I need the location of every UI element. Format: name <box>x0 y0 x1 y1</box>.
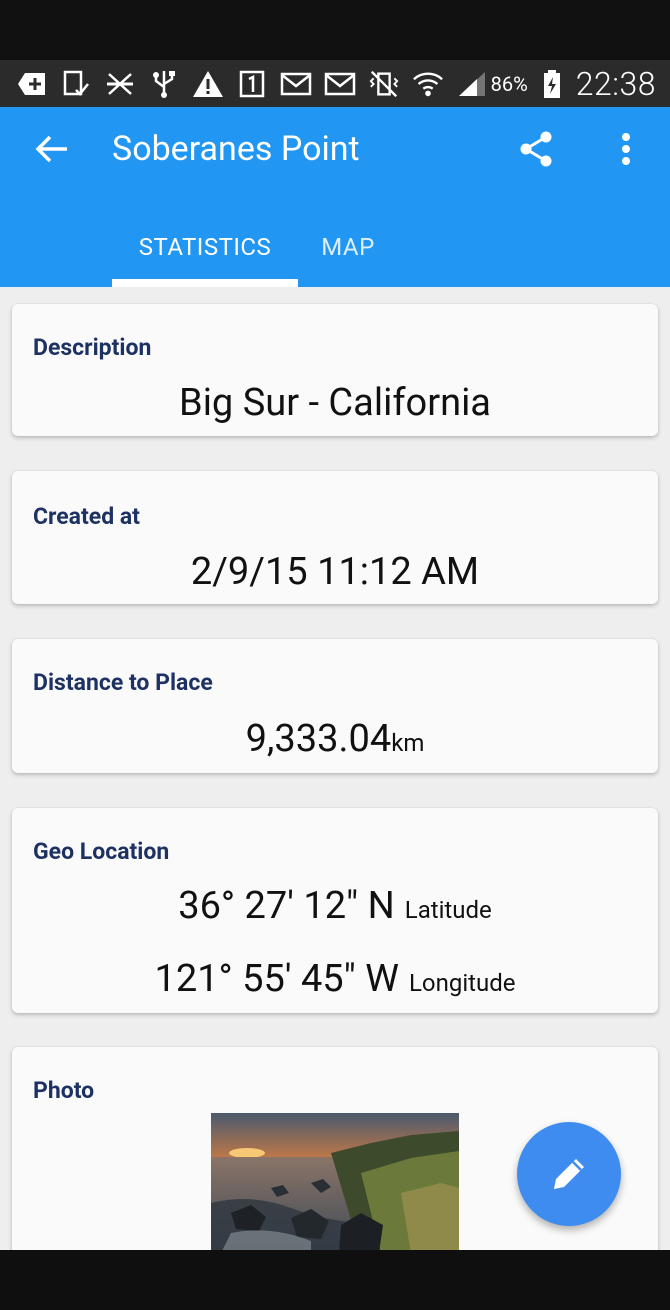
usb-icon <box>148 68 180 100</box>
created-at-value: 2/9/15 11:12 AM <box>190 550 480 594</box>
mail-icon <box>280 68 312 100</box>
sim-1-icon <box>236 68 268 100</box>
signal-icon <box>456 68 488 100</box>
mail-icon <box>324 68 356 100</box>
longitude-row: 121° 55' 45" W Longitude <box>12 957 658 1001</box>
warning-icon <box>192 68 224 100</box>
tab-statistics[interactable]: STATISTICS <box>112 207 298 287</box>
app-bar: Soberanes Point STATISTICS MAP <box>0 107 670 287</box>
edit-place-fab[interactable] <box>517 1122 621 1226</box>
distance-card: Distance to Place 9,333.04km <box>12 639 658 773</box>
description-card: Description Big Sur - California <box>12 304 658 436</box>
notification-icons <box>16 68 491 100</box>
edit-pencil-icon <box>554 1159 584 1189</box>
back-button[interactable] <box>30 127 74 171</box>
status-bar: 86% 22:38 <box>0 60 670 107</box>
clock: 22:38 <box>575 64 656 103</box>
latitude-row: 36° 27' 12" N Latitude <box>12 884 658 928</box>
latitude-caption: Latitude <box>404 896 492 924</box>
page-title: Soberanes Point <box>112 129 360 169</box>
geo-location-label: Geo Location <box>33 838 170 865</box>
battery-icon <box>536 68 568 100</box>
screen-top-bezel <box>0 0 670 60</box>
distance-label: Distance to Place <box>33 669 213 696</box>
longitude-caption: Longitude <box>408 969 516 997</box>
wifi-icon <box>412 68 444 100</box>
description-label: Description <box>33 334 152 361</box>
latitude-value: 36° 27' 12" N <box>178 884 395 928</box>
description-value: Big Sur - California <box>179 381 491 425</box>
tab-map[interactable]: MAP <box>298 207 398 287</box>
tab-bar: STATISTICS MAP <box>0 207 670 287</box>
statistics-content[interactable]: Description Big Sur - California Created… <box>0 287 670 1250</box>
more-vert-icon <box>622 133 630 165</box>
created-at-card: Created at 2/9/15 11:12 AM <box>12 471 658 604</box>
place-photo[interactable] <box>211 1113 459 1250</box>
add-box-icon <box>16 68 48 100</box>
created-at-label: Created at <box>33 503 140 530</box>
share-button[interactable] <box>512 125 560 173</box>
distance-unit: km <box>391 729 425 757</box>
battery-percent: 86% <box>490 71 528 96</box>
tablet-check-icon <box>60 68 92 100</box>
selected-tab-indicator <box>112 279 298 287</box>
distance-value: 9,333.04 <box>245 717 392 761</box>
longitude-value: 121° 55' 45" W <box>154 957 399 1001</box>
share-icon <box>520 131 552 167</box>
geo-location-card: Geo Location 36° 27' 12" N Latitude 121° … <box>12 808 658 1013</box>
airplane-crossed-icon <box>104 68 136 100</box>
system-navigation-bar <box>0 1250 670 1310</box>
more-options-button[interactable] <box>602 125 650 173</box>
arrow-back-icon <box>35 135 67 163</box>
photo-label: Photo <box>33 1077 95 1104</box>
vibrate-off-icon <box>368 68 400 100</box>
distance-value-row: 9,333.04km <box>12 717 658 761</box>
